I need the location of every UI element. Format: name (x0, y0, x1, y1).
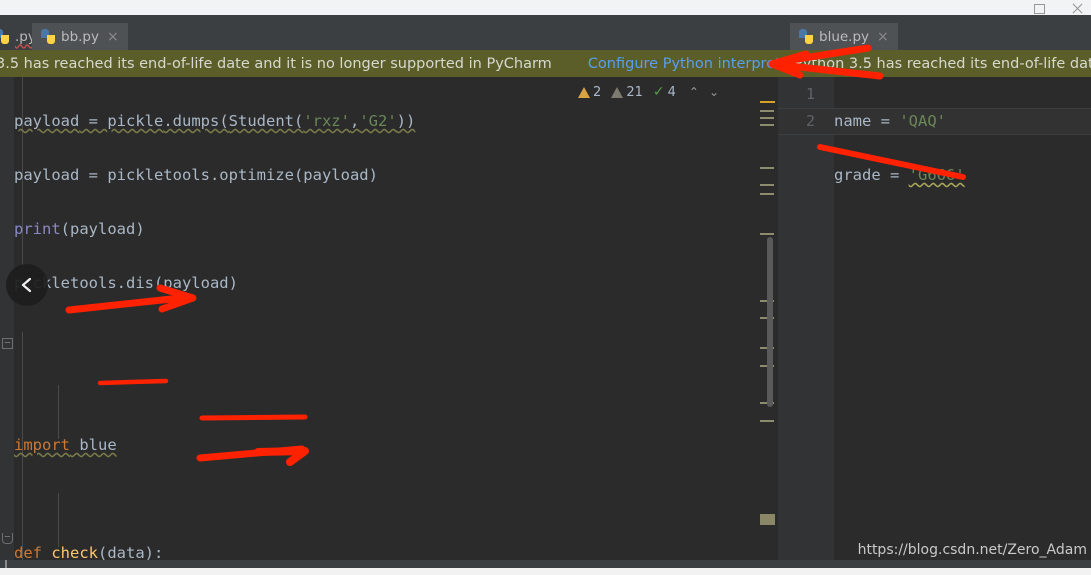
maximize-icon[interactable] (1033, 2, 1045, 14)
status-bar (0, 560, 1091, 568)
ok-group[interactable]: ✓ 4 (653, 84, 676, 100)
marker[interactable] (760, 420, 774, 422)
code-line: grade = 'G666' (834, 166, 965, 184)
marker[interactable] (760, 233, 774, 235)
ide-top-bar (0, 15, 1091, 23)
code-line: def check(data): (14, 544, 164, 560)
marker-warning[interactable] (760, 101, 775, 103)
editor-code-right: name = 'QAQ' grade = 'G666' (834, 81, 965, 243)
configure-python-interpreter-link[interactable]: Configure Python interpreter (588, 56, 778, 72)
fold-marker-end[interactable]: – (2, 533, 13, 544)
status-bar-nub (5, 560, 7, 568)
tab-bb-py[interactable]: bb.py × (32, 23, 128, 50)
banner-message: 3.5 has reached its end-of-life date and… (0, 55, 552, 72)
green-check-icon: ✓ (652, 84, 665, 100)
editor-gutter-right[interactable] (778, 77, 834, 560)
os-title-bar (0, 0, 1091, 15)
editor-scrollbar-thumb[interactable] (767, 237, 773, 407)
warning-triangle-icon (578, 86, 591, 98)
editor-gutter-left[interactable] (0, 77, 14, 560)
warning-count: 2 (593, 84, 602, 100)
window-controls (1033, 0, 1083, 15)
python-eol-banner-left: 3.5 has reached its end-of-life date and… (0, 50, 778, 77)
marker[interactable] (760, 110, 774, 112)
weak-warning-group[interactable]: 21 (611, 85, 643, 100)
marker[interactable] (760, 167, 774, 169)
line-number: 2 (805, 112, 815, 130)
marker[interactable] (760, 184, 774, 186)
python-file-icon (41, 29, 55, 44)
marker[interactable] (760, 124, 774, 126)
code-line: payload = pickle.dumps(Student('rxz','G2… (14, 112, 416, 130)
next-problem-icon[interactable]: ⌄ (706, 85, 722, 99)
inspection-widget[interactable]: 2 21 ✓ 4 ⌃ ⌄ (578, 81, 722, 103)
code-line: payload = pickletools.optimize(payload) (14, 166, 378, 184)
code-line: print(payload) (14, 220, 145, 238)
python-file-icon (799, 29, 813, 44)
prev-problem-icon[interactable]: ⌃ (686, 85, 702, 99)
banner-message: Python 3.5 has reached its end-of-life d… (794, 55, 1091, 72)
weak-warning-count: 21 (626, 84, 643, 100)
close-icon[interactable] (1071, 2, 1083, 14)
back-navigation-button[interactable] (6, 264, 48, 306)
check-count: 4 (667, 84, 676, 100)
editor-code-left: payload = pickle.dumps(Student('rxz','G2… (14, 81, 425, 560)
line-number-column: 1 2 (778, 77, 824, 135)
python-file-icon (0, 29, 9, 44)
tab-label: bb.py (61, 28, 99, 45)
python-eol-banner-right: Python 3.5 has reached its end-of-life d… (778, 50, 1091, 77)
weak-warning-triangle-icon (611, 86, 624, 98)
fold-marker-def[interactable]: – (2, 338, 13, 349)
editor-blue-py[interactable]: 1 2 name = 'QAQ' grade = 'G666' https://… (778, 77, 1091, 560)
editor-marker-bar[interactable] (756, 77, 778, 560)
back-chevron-icon (21, 277, 32, 293)
tab-label: blue.py (819, 28, 870, 45)
tab-blue-py[interactable]: blue.py × (790, 23, 898, 50)
marker[interactable] (760, 193, 774, 195)
code-line: import blue (14, 436, 117, 454)
warning-group[interactable]: 2 (578, 85, 601, 100)
watermark-url: https://blog.csdn.net/Zero_Adam (857, 542, 1087, 558)
line-number: 1 (805, 85, 815, 103)
editor-tabstrip-right: blue.py × (778, 23, 1091, 50)
tab-close-icon[interactable]: × (877, 30, 889, 44)
editor-tabstrip-left: .py × bb.py × (0, 23, 778, 50)
editor-bb-py[interactable]: – – payload = pickle.dumps(Student('rxz'… (0, 77, 778, 560)
pycharm-window: .py × bb.py × blue.py × 3.5 has reached … (0, 0, 1091, 575)
marker[interactable] (760, 117, 774, 119)
code-line: name = 'QAQ' (834, 112, 946, 130)
marker-block[interactable] (760, 514, 775, 525)
code-line: pickletools.dis(payload) (14, 274, 238, 292)
tab-close-icon[interactable]: × (107, 30, 119, 44)
